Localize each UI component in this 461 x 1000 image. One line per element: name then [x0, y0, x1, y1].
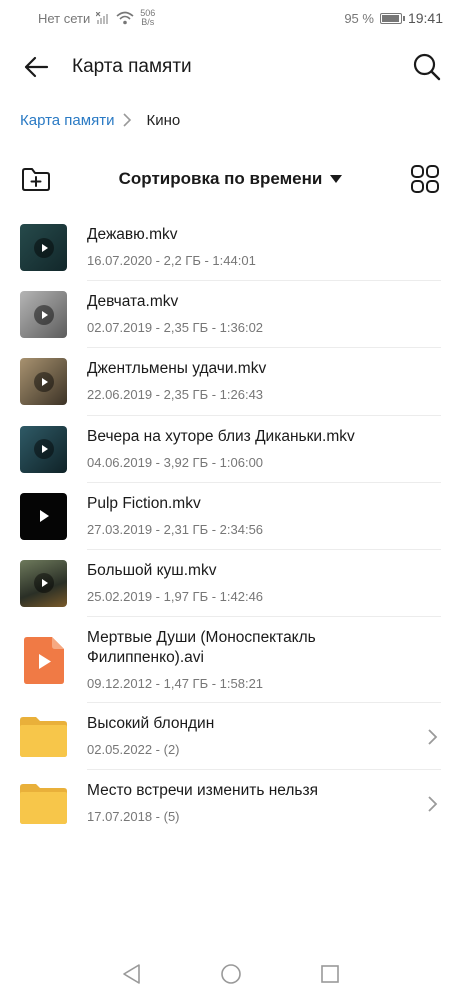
nav-back-button[interactable]: [120, 962, 144, 986]
chevron-right-icon: [428, 796, 438, 812]
network-status: Нет сети: [38, 10, 91, 26]
list-item[interactable]: Место встречи изменить нельзя 17.07.2018…: [0, 770, 461, 837]
sort-dropdown[interactable]: Сортировка по времени: [111, 157, 351, 201]
breadcrumb-current: Кино: [146, 111, 181, 129]
new-folder-button[interactable]: [20, 163, 52, 195]
list-item[interactable]: Большой куш.mkv 25.02.2019 - 1,97 ГБ - 1…: [0, 550, 461, 618]
file-list: Дежавю.mkv 16.07.2020 - 2,2 ГБ - 1:44:01…: [0, 214, 461, 838]
chevron-right-icon: [428, 729, 438, 745]
sort-label: Сортировка по времени: [118, 169, 323, 188]
list-item[interactable]: Pulp Fiction.mkv 27.03.2019 - 2,31 ГБ - …: [0, 483, 461, 550]
item-meta: 17.07.2018 - (5): [87, 809, 180, 825]
video-thumbnail: [20, 425, 67, 473]
item-name: Джентльмены удачи.mkv: [87, 360, 267, 378]
nav-back-icon: [122, 964, 140, 984]
nav-home-icon: [220, 964, 241, 984]
play-icon: [33, 371, 54, 392]
play-icon: [33, 237, 54, 258]
video-thumbnail: [20, 559, 67, 607]
list-item[interactable]: Джентльмены удачи.mkv 22.06.2019 - 2,35 …: [0, 348, 461, 416]
toolbar: Сортировка по времени: [0, 157, 461, 201]
clock: 19:41: [407, 10, 443, 26]
item-name: Высокий блондин: [87, 715, 215, 733]
item-meta: 02.05.2022 - (2): [87, 742, 180, 758]
system-nav-bar: [0, 948, 461, 1000]
nav-recents-icon: [320, 965, 339, 983]
item-name: Место встречи изменить нельзя: [87, 782, 319, 800]
item-meta: 04.06.2019 - 3,92 ГБ - 1:06:00: [87, 454, 264, 470]
breadcrumb: Карта памяти Кино: [20, 104, 180, 136]
video-thumbnail: [20, 224, 67, 271]
avi-file-icon: [20, 637, 67, 685]
list-item[interactable]: Дежавю.mkv 16.07.2020 - 2,2 ГБ - 1:44:01: [0, 214, 461, 282]
item-name: Большой куш.mkv: [87, 561, 217, 579]
status-bar: Нет сети 506 B/s 95 % 19:41: [0, 0, 461, 36]
play-icon: [40, 510, 49, 523]
item-name: Дежавю.mkv: [87, 226, 178, 243]
search-icon: [413, 53, 441, 81]
item-meta: 16.07.2020 - 2,2 ГБ - 1:44:01: [87, 253, 256, 268]
list-item[interactable]: Высокий блондин 02.05.2022 - (2): [0, 703, 461, 771]
grid-view-button[interactable]: [409, 163, 441, 195]
new-folder-icon: [22, 168, 50, 191]
net-speed: 506 B/s: [140, 8, 156, 27]
video-thumbnail: [20, 492, 67, 540]
item-name: Девчата.mkv: [87, 293, 179, 311]
item-meta: 27.03.2019 - 2,31 ГБ - 2:34:56: [87, 521, 264, 537]
app-header: Карта памяти: [0, 36, 461, 98]
nav-home-button[interactable]: [219, 962, 243, 986]
item-name: Мертвые Души (Моноспектакль Филиппенко).…: [87, 629, 316, 667]
battery-percent: 95 %: [344, 10, 374, 26]
battery-icon: [379, 12, 405, 24]
play-icon: [33, 439, 54, 460]
caret-down-icon: [330, 175, 343, 183]
list-item[interactable]: Девчата.mkv 02.07.2019 - 2,35 ГБ - 1:36:…: [0, 281, 461, 349]
item-meta: 02.07.2019 - 2,35 ГБ - 1:36:02: [87, 320, 264, 336]
chevron-right-icon: [122, 112, 132, 128]
list-item[interactable]: Мертвые Души (Моноспектакль Филиппенко).…: [0, 617, 461, 704]
breadcrumb-root[interactable]: Карта памяти: [20, 112, 114, 129]
play-icon: [33, 573, 54, 594]
folder-icon: [20, 713, 67, 760]
list-item[interactable]: Вечера на хуторе близ Диканьки.mkv 04.06…: [0, 416, 461, 483]
nav-recents-button[interactable]: [318, 962, 342, 986]
grid-view-icon: [411, 165, 439, 193]
search-button[interactable]: [407, 47, 447, 87]
play-icon: [33, 304, 54, 325]
wifi-icon: [116, 11, 134, 25]
video-thumbnail: [20, 358, 67, 406]
no-signal-icon: [96, 12, 109, 24]
item-name: Pulp Fiction.mkv: [87, 494, 201, 512]
item-meta: 22.06.2019 - 2,35 ГБ - 1:26:43: [87, 387, 264, 403]
item-meta: 25.02.2019 - 1,97 ГБ - 1:42:46: [87, 588, 264, 604]
page-title: Карта памяти: [72, 56, 192, 77]
folder-icon: [20, 780, 67, 827]
item-name: Вечера на хуторе близ Диканьки.mkv: [87, 427, 355, 445]
item-meta: 09.12.2012 - 1,47 ГБ - 1:58:21: [87, 676, 264, 692]
arrow-left-icon: [24, 56, 49, 78]
video-thumbnail: [20, 291, 67, 339]
back-button[interactable]: [0, 36, 72, 98]
